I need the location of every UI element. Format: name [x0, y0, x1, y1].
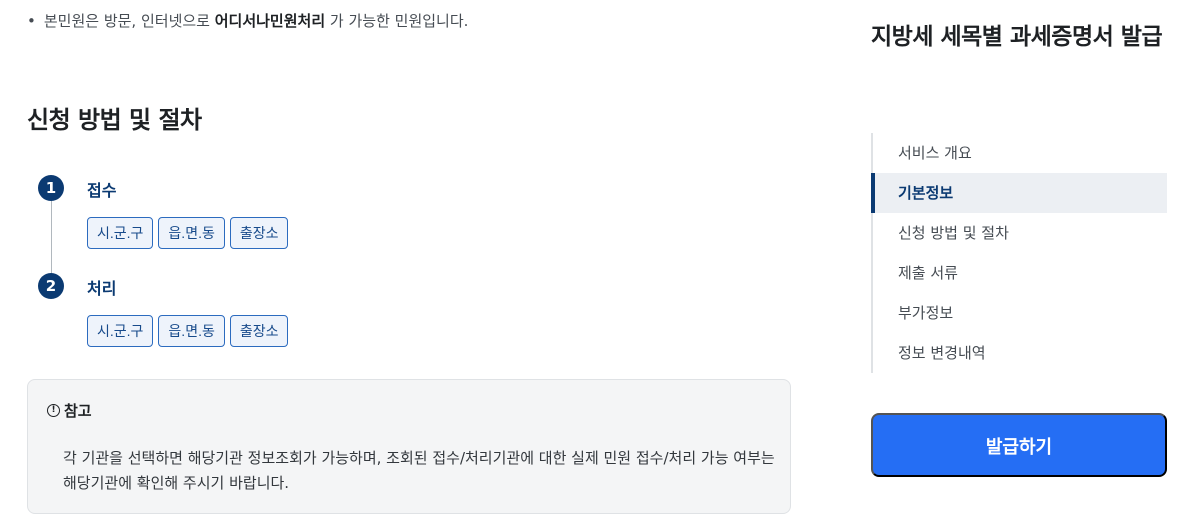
- bullet: •: [27, 12, 36, 30]
- agency-tag-sigungu[interactable]: 시.군.구: [87, 315, 154, 347]
- toc-item-procedure[interactable]: 신청 방법 및 절차: [873, 213, 1167, 253]
- agency-tag-eupmyeondong[interactable]: 읍.면.동: [158, 217, 225, 249]
- sidebar: 지방세 세목별 과세증명서 발급 서비스 개요 기본정보 신청 방법 및 절차 …: [871, 0, 1167, 523]
- toc-item-change-history[interactable]: 정보 변경내역: [873, 333, 1167, 373]
- note-header: ! 참고: [47, 400, 92, 421]
- main-content: • 본민원은 방문, 인터넷으로 어디서나민원처리 가 가능한 민원입니다. 신청…: [0, 0, 820, 523]
- issue-button[interactable]: 발급하기: [871, 413, 1167, 477]
- table-of-contents: 서비스 개요 기본정보 신청 방법 및 절차 제출 서류 부가정보 정보 변경내…: [871, 133, 1167, 373]
- agency-tag-branch-office[interactable]: 출장소: [229, 315, 289, 347]
- notice-suffix: 가 가능한 민원입니다.: [325, 12, 469, 30]
- step-number-badge: 2: [38, 273, 64, 299]
- notice-highlight: 어디서나민원처리: [214, 12, 326, 30]
- section-title: 신청 방법 및 절차: [27, 106, 202, 134]
- info-circle-icon: !: [47, 404, 60, 417]
- agency-tag-branch-office[interactable]: 출장소: [229, 217, 289, 249]
- step-number-badge: 1: [38, 175, 64, 201]
- page-title: 지방세 세목별 과세증명서 발급: [871, 24, 1163, 50]
- reference-note-box: ! 참고 각 기관을 선택하면 해당기관 정보조회가 가능하며, 조회된 접수/…: [27, 379, 791, 514]
- procedure-steps: 1 접수 시.군.구 읍.면.동 출장소 2 처리 시.군.구 읍.면.동 출장…: [38, 175, 538, 355]
- note-title: 참고: [64, 402, 92, 420]
- agency-tag-sigungu[interactable]: 시.군.구: [87, 217, 154, 249]
- notice-prefix: 본민원은 방문, 인터넷으로: [43, 12, 215, 30]
- agency-tags: 시.군.구 읍.면.동 출장소: [87, 315, 289, 347]
- toc-item-documents[interactable]: 제출 서류: [873, 253, 1167, 293]
- toc-item-service-overview[interactable]: 서비스 개요: [873, 133, 1167, 173]
- service-notice: • 본민원은 방문, 인터넷으로 어디서나민원처리 가 가능한 민원입니다.: [27, 10, 468, 31]
- agency-tags: 시.군.구 읍.면.동 출장소: [87, 217, 289, 249]
- toc-item-additional-info[interactable]: 부가정보: [873, 293, 1167, 333]
- agency-tag-eupmyeondong[interactable]: 읍.면.동: [158, 315, 225, 347]
- toc-item-basic-info[interactable]: 기본정보: [871, 173, 1167, 213]
- step-label: 접수: [87, 181, 117, 200]
- step-label: 처리: [87, 279, 117, 298]
- note-body: 각 기관을 선택하면 해당기관 정보조회가 가능하며, 조회된 접수/처리기관에…: [63, 449, 775, 492]
